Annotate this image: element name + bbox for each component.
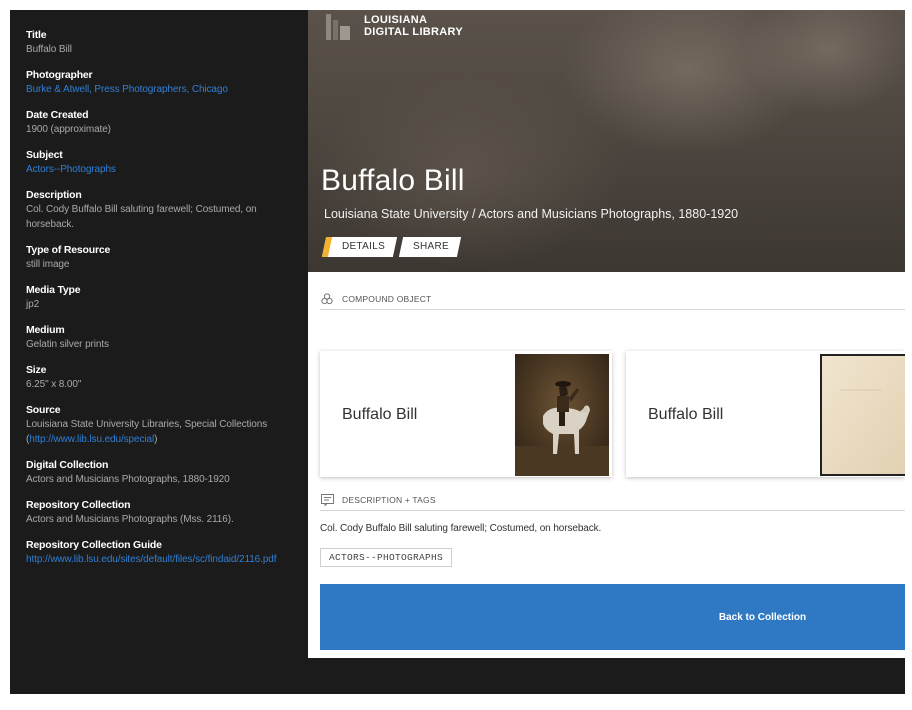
back-to-collection-button[interactable]: Back to Collection [320,584,905,650]
meta-photographer: Photographer Burke & Atwell, Press Photo… [26,68,292,97]
compound-item-card[interactable]: Buffalo Bill [626,351,905,477]
meta-label: Description [26,189,82,201]
meta-value: Col. Cody Buffalo Bill saluting farewell… [26,204,257,230]
browser-frame: Title Buffalo Bill Photographer Burke & … [10,10,905,694]
meta-date-created: Date Created 1900 (approximate) [26,108,292,137]
meta-label: Date Created [26,109,89,121]
site-logo[interactable]: LOUISIANA DIGITAL LIBRARY [326,14,463,40]
meta-value: 1900 (approximate) [26,124,111,135]
hero-banner: LOUISIANA DIGITAL LIBRARY Buffalo Bill L… [308,10,905,272]
meta-size: Size 6.25" x 8.00" [26,363,292,392]
logo-line-1: LOUISIANA [364,14,428,26]
meta-medium: Medium Gelatin silver prints [26,323,292,352]
compound-item-card[interactable]: Buffalo Bill [320,351,612,477]
meta-source: Source Louisiana State University Librar… [26,403,292,447]
photographer-link[interactable]: Burke & Atwell, Press Photographers, Chi… [26,82,292,97]
description-heading: DESCRIPTION + TAGS [342,494,436,505]
tab-label: SHARE [413,241,449,252]
meta-value: Buffalo Bill [26,44,72,55]
meta-label: Repository Collection [26,499,131,511]
description-icon [320,493,334,507]
description-text: Col. Cody Buffalo Bill saluting farewell… [320,523,602,534]
meta-label: Type of Resource [26,244,111,256]
meta-subject: Subject Actors--Photographs [26,148,292,177]
meta-repository-collection: Repository Collection Actors and Musicia… [26,498,292,527]
description-tags-header: DESCRIPTION + TAGS [320,489,905,511]
source-suffix: ) [154,434,158,445]
compound-object-heading: COMPOUND OBJECT [342,293,432,304]
meta-label: Digital Collection [26,459,109,471]
tab-share[interactable]: SHARE [398,237,462,257]
breadcrumb: Louisiana State University / Actors and … [324,207,739,221]
meta-label: Subject [26,149,63,161]
tab-label: DETAILS [342,241,386,252]
thumbnail-image[interactable] [515,354,609,476]
subject-link[interactable]: Actors--Photographs [26,162,292,177]
meta-media-type: Media Type jp2 [26,283,292,312]
main-content: LOUISIANA DIGITAL LIBRARY Buffalo Bill L… [308,10,905,694]
logo-text: LOUISIANA DIGITAL LIBRARY [364,14,463,38]
meta-description: Description Col. Cody Buffalo Bill salut… [26,188,292,232]
compound-object-icon [320,292,334,305]
compound-item-label: Buffalo Bill [342,406,418,423]
collection-guide-link[interactable]: http://www.lib.lsu.edu/sites/default/fil… [26,552,292,567]
compound-object-header: COMPOUND OBJECT [320,288,905,310]
meta-label: Title [26,29,47,41]
source-link[interactable]: http://www.lib.lsu.edu/special [29,434,154,445]
logo-mark-icon [326,14,350,40]
meta-digital-collection: Digital Collection Actors and Musicians … [26,458,292,487]
meta-value: Gelatin silver prints [26,339,109,350]
tab-details[interactable]: DETAILS [321,237,398,257]
metadata-sidebar: Title Buffalo Bill Photographer Burke & … [10,10,308,694]
meta-value: jp2 [26,299,40,310]
meta-label: Medium [26,324,65,336]
logo-line-2: DIGITAL LIBRARY [364,26,464,38]
meta-label: Source [26,404,61,416]
page-title: Buffalo Bill [321,164,465,197]
meta-type-of-resource: Type of Resource still image [26,243,292,272]
meta-value: Actors and Musicians Photographs (Mss. 2… [26,514,234,525]
meta-value: Actors and Musicians Photographs, 1880-1… [26,474,230,485]
content-panel: COMPOUND OBJECT Buffalo Bill Buffalo Bil… [308,272,905,658]
meta-value: 6.25" x 8.00" [26,379,82,390]
compound-item-label: Buffalo Bill [648,406,724,423]
meta-value: Louisiana State University Libraries, Sp… [26,417,292,447]
meta-label: Photographer [26,69,93,81]
meta-label: Size [26,364,47,376]
meta-label: Media Type [26,284,81,296]
hero-tabs: DETAILS SHARE [321,237,465,257]
meta-value: still image [26,259,70,270]
meta-label: Repository Collection Guide [26,539,162,551]
meta-title: Title Buffalo Bill [26,28,292,57]
footer-bar [308,658,905,694]
thumbnail-image[interactable] [820,354,905,476]
meta-repository-collection-guide: Repository Collection Guide http://www.l… [26,538,292,567]
subject-tag[interactable]: ACTORS--PHOTOGRAPHS [320,548,453,567]
